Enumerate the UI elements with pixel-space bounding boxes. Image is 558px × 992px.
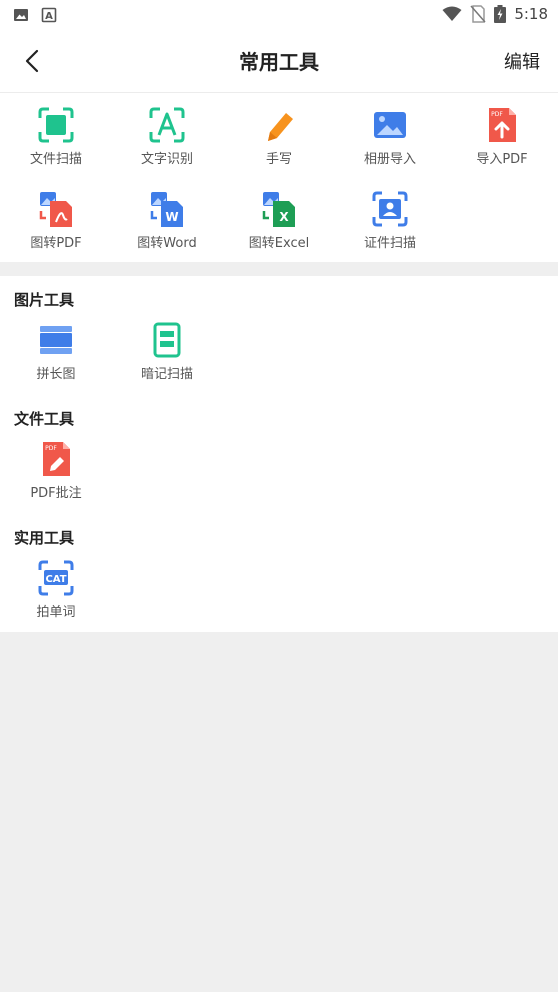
long-image-icon — [40, 326, 72, 354]
page-title: 常用工具 — [239, 50, 319, 74]
tool-label: 图转Word — [137, 236, 197, 251]
tool-label: 图转Excel — [248, 236, 310, 251]
tool-text-recognition[interactable]: 文字识别 — [111, 105, 223, 167]
tool-label: 手写 — [265, 152, 292, 167]
svg-text:W: W — [165, 210, 178, 224]
image-notification-icon — [14, 9, 28, 21]
note-scan-icon — [153, 322, 181, 358]
tool-label: 拼长图 — [36, 367, 76, 382]
tool-label: 证件扫描 — [363, 236, 416, 251]
word-capture-icon: CAT — [38, 560, 74, 596]
tool-note-scan[interactable]: 暗记扫描 — [111, 320, 223, 382]
tool-image-to-pdf[interactable]: 图转PDF — [0, 189, 112, 251]
section-title-file-tools: 文件工具 — [14, 410, 75, 428]
tool-file-scan[interactable]: 文件扫描 — [0, 105, 112, 167]
tool-sections: 图片工具 拼长图 暗记扫描 文件工具 PDF PDF批注 实用工具 CAT 拍单… — [0, 276, 558, 632]
tool-label: 拍单词 — [36, 605, 76, 620]
tool-word-capture[interactable]: CAT 拍单词 — [0, 558, 112, 620]
wifi-icon — [442, 6, 462, 21]
pencil-icon — [268, 113, 293, 141]
tool-import-pdf[interactable]: PDF 导入PDF — [446, 105, 558, 167]
id-card-scan-icon — [372, 191, 408, 227]
pdf-upload-icon: PDF — [489, 108, 516, 142]
tool-album-import[interactable]: 相册导入 — [334, 105, 446, 167]
image-to-pdf-icon — [39, 192, 72, 227]
status-bar: A 5:18 — [0, 0, 558, 30]
common-tools-panel: 文件扫描 文字识别 手写 相册导入 PDF 导入PDF 图转PDF W 图转Wo… — [0, 93, 558, 262]
a-notification-icon: A — [41, 7, 57, 23]
svg-text:X: X — [279, 210, 289, 224]
section-title-utility-tools: 实用工具 — [14, 529, 75, 547]
image-to-word-icon: W — [150, 192, 183, 227]
no-sim-icon — [470, 5, 486, 23]
photo-album-icon — [374, 112, 406, 138]
text-recognition-icon — [149, 107, 185, 143]
tool-id-scan[interactable]: 证件扫描 — [334, 189, 446, 251]
svg-text:PDF: PDF — [491, 111, 503, 118]
tool-label: 暗记扫描 — [140, 367, 193, 382]
tool-label: 文件扫描 — [29, 152, 82, 167]
svg-text:CAT: CAT — [45, 574, 66, 585]
battery-charging-icon — [494, 5, 507, 23]
tool-pdf-annotate[interactable]: PDF PDF批注 — [0, 439, 112, 501]
tool-image-to-excel[interactable]: X 图转Excel — [223, 189, 335, 251]
tool-label: PDF批注 — [30, 486, 82, 501]
tool-label: 文字识别 — [140, 152, 193, 167]
pdf-annotate-icon: PDF — [43, 442, 70, 476]
edit-button[interactable]: 编辑 — [504, 48, 540, 74]
tool-label: 相册导入 — [363, 152, 416, 167]
tool-image-to-word[interactable]: W 图转Word — [111, 189, 223, 251]
status-time: 5:18 — [514, 5, 548, 23]
svg-text:PDF: PDF — [45, 445, 57, 452]
tool-long-image[interactable]: 拼长图 — [0, 320, 112, 382]
tool-label: 导入PDF — [476, 152, 528, 167]
tool-label: 图转PDF — [30, 236, 82, 251]
section-title-image-tools: 图片工具 — [14, 291, 75, 309]
svg-text:A: A — [45, 11, 53, 22]
tool-handwriting[interactable]: 手写 — [223, 105, 335, 167]
header-bar: 常用工具 编辑 — [0, 30, 558, 93]
scan-icon — [38, 107, 74, 143]
image-to-excel-icon: X — [262, 192, 295, 227]
